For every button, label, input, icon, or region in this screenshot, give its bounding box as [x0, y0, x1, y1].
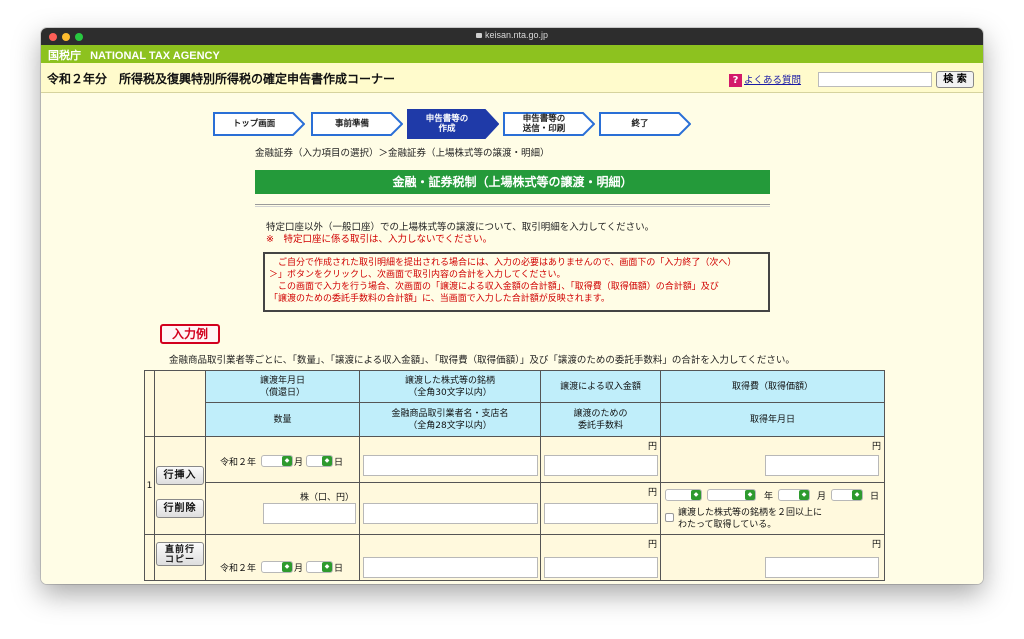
faq-link[interactable]: ? よくある質問 — [729, 72, 801, 87]
copy-previous-row-button[interactable]: 直前行 コピー — [156, 542, 204, 566]
header-transfer-date: 譲渡年月日 （償還日） — [205, 370, 360, 403]
acquisition-cost-cell: 円 — [660, 436, 885, 483]
multiple-acquisition-label-2: わたって取得している。 — [678, 520, 777, 530]
table-instruction: 金融商品取引業者等ごとに、「数量」、「譲渡による収入金額」、「取得費（取得価額）… — [169, 355, 795, 366]
search-input[interactable] — [818, 72, 932, 87]
acquisition-cost-input[interactable] — [765, 557, 879, 578]
breadcrumb: 金融証券（入力項目の選択）＞金融証券（上場株式等の譲渡・明細） — [255, 148, 550, 159]
table-row: 株（口、円） 円 ◆ ◆ 年 ◆ 月 ◆ 日 譲渡した株式等の銘柄を２回以上に … — [145, 482, 885, 535]
header-quantity: 数量 — [205, 402, 360, 437]
main-content: トップ画面 事前準備 申告書等の 作成 申告書等の 送信・印刷 終了 金融証券（… — [41, 94, 983, 584]
notice-line-2: ＞」ボタンをクリックし、次画面で取引内容の合計を入力してください。 — [269, 270, 566, 280]
notice-line-3: この画面で入力を行う場合、次画面の「譲渡による収入金額の合計額」、「取得費（取得… — [269, 282, 719, 292]
chevron-down-icon: ◆ — [322, 562, 332, 572]
transfer-date-cell: 令和２年 ◆ 月 ◆ 日 — [205, 534, 360, 581]
header-income: 譲渡による収入金額 — [540, 370, 661, 403]
row-action-cell: 行挿入 行削除 — [154, 436, 206, 535]
page-header: 令和２年分 所得税及復興特別所得税の確定申告書作成コーナー ? よくある質問 検 … — [41, 63, 983, 93]
site-title: 令和２年分 所得税及復興特別所得税の確定申告書作成コーナー — [47, 72, 396, 86]
income-input[interactable] — [544, 455, 658, 476]
notice-box: ご自分で作成された取引明細を提出される場合には、入力の必要はありませんので、画面… — [263, 252, 770, 312]
multiple-acquisition-checkbox[interactable] — [665, 513, 674, 522]
header-acquisition-date: 取得年月日 — [660, 402, 885, 437]
chevron-down-icon: ◆ — [852, 490, 862, 500]
acq-month-select[interactable]: ◆ — [778, 489, 810, 501]
agency-kanji: 国税庁 — [48, 50, 81, 62]
acq-day-select[interactable]: ◆ — [831, 489, 863, 501]
chevron-down-icon: ◆ — [799, 490, 809, 500]
input-example-button[interactable]: 入力例 — [160, 324, 220, 344]
step-create-label-2: 作成 — [438, 124, 456, 134]
row-action-cell: 直前行 コピー — [154, 534, 206, 581]
transfer-day-select[interactable]: ◆ — [306, 455, 333, 467]
step-send-label-1: 申告書等の — [522, 114, 566, 124]
notice-line-4: 「譲渡のための委託手数料の合計額」に、当画面で入力した合計額が反映されます。 — [269, 294, 610, 304]
commission-input[interactable] — [544, 503, 658, 524]
insert-row-button[interactable]: 行挿入 — [156, 466, 204, 485]
quantity-input[interactable] — [263, 503, 356, 524]
notice-line-1: ご自分で作成された取引明細を提出される場合には、入力の必要はありませんので、画面… — [269, 258, 737, 268]
browser-window: keisan.nta.go.jp 国税庁 NATIONAL TAX AGENCY… — [41, 28, 983, 584]
step-top: トップ画面 — [213, 109, 305, 139]
transfer-month-select[interactable]: ◆ — [261, 455, 293, 467]
address-bar[interactable]: keisan.nta.go.jp — [41, 30, 983, 40]
chevron-down-icon: ◆ — [745, 490, 755, 500]
search-button[interactable]: 検 索 — [936, 71, 974, 88]
agency-name: NATIONAL TAX AGENCY — [90, 50, 220, 62]
table-row: 直前行 コピー 令和２年 ◆ 月 ◆ 日 円 円 — [144, 534, 885, 581]
step-send-print: 申告書等の 送信・印刷 — [503, 109, 595, 139]
title-divider-shadow — [255, 206, 770, 207]
browser-titlebar: keisan.nta.go.jp — [41, 28, 983, 45]
step-preparation-label: 事前準備 — [334, 119, 369, 129]
chevron-down-icon: ◆ — [282, 562, 292, 572]
chevron-down-icon: ◆ — [282, 456, 292, 466]
faq-label: よくある質問 — [744, 75, 802, 86]
step-preparation: 事前準備 — [311, 109, 403, 139]
header-stock-name: 譲渡した株式等の銘柄 （全角30文字以内） — [359, 370, 541, 403]
stock-name-cell — [359, 436, 541, 483]
agency-bar: 国税庁 NATIONAL TAX AGENCY — [41, 45, 983, 63]
income-cell: 円 — [540, 436, 661, 483]
table-row: 1 行挿入 行削除 令和２年 ◆ 月 ◆ 日 円 円 — [144, 436, 885, 535]
step-send-label-2: 送信・印刷 — [522, 124, 566, 134]
header-broker: 金融商品取引業者名・支店名 （全角28文字以内） — [359, 402, 541, 437]
acq-era-select[interactable]: ◆ — [665, 489, 702, 501]
stock-name-input[interactable] — [363, 557, 538, 578]
header-acquisition-cost: 取得費（取得価額） — [660, 370, 885, 403]
income-input[interactable] — [544, 557, 658, 578]
acquisition-date-cell: ◆ ◆ 年 ◆ 月 ◆ 日 譲渡した株式等の銘柄を２回以上に わたって取得してい… — [660, 482, 885, 535]
quantity-cell: 株（口、円） — [205, 482, 360, 535]
broker-cell — [359, 482, 541, 535]
title-divider — [255, 204, 770, 205]
step-create: 申告書等の 作成 — [407, 109, 499, 139]
transfer-date-cell: 令和２年 ◆ 月 ◆ 日 — [205, 436, 360, 483]
stock-name-cell — [359, 534, 541, 581]
chevron-down-icon: ◆ — [691, 490, 701, 500]
progress-steps: トップ画面 事前準備 申告書等の 作成 申告書等の 送信・印刷 終了 — [213, 109, 693, 139]
acq-year-select[interactable]: ◆ — [707, 489, 756, 501]
url-text: keisan.nta.go.jp — [484, 30, 549, 40]
chevron-down-icon: ◆ — [322, 456, 332, 466]
income-cell: 円 — [540, 534, 661, 581]
acquisition-cost-input[interactable] — [765, 455, 879, 476]
stock-name-input[interactable] — [363, 455, 538, 476]
header-commission: 譲渡のための 委託手数料 — [540, 402, 661, 437]
delete-row-button[interactable]: 行削除 — [156, 499, 204, 518]
help-icon: ? — [729, 74, 742, 87]
broker-input[interactable] — [363, 503, 538, 524]
step-create-label-1: 申告書等の — [425, 114, 469, 124]
row-number: 1 — [144, 436, 155, 535]
transfer-day-select[interactable]: ◆ — [306, 561, 333, 573]
transfer-month-select[interactable]: ◆ — [261, 561, 293, 573]
commission-cell: 円 — [540, 482, 661, 535]
step-finish-label: 終了 — [631, 119, 649, 129]
acquisition-cost-cell: 円 — [660, 534, 885, 581]
step-finish: 終了 — [599, 109, 691, 139]
intro-warning: ※ 特定口座に係る取引は、入力しないでください。 — [266, 234, 493, 245]
step-top-label: トップ画面 — [232, 119, 276, 129]
page-title: 金融・証券税制（上場株式等の譲渡・明細） — [255, 170, 770, 194]
lock-icon — [475, 33, 482, 38]
transaction-table: 譲渡年月日 （償還日） 譲渡した株式等の銘柄 （全角30文字以内） 譲渡による収… — [144, 370, 885, 581]
